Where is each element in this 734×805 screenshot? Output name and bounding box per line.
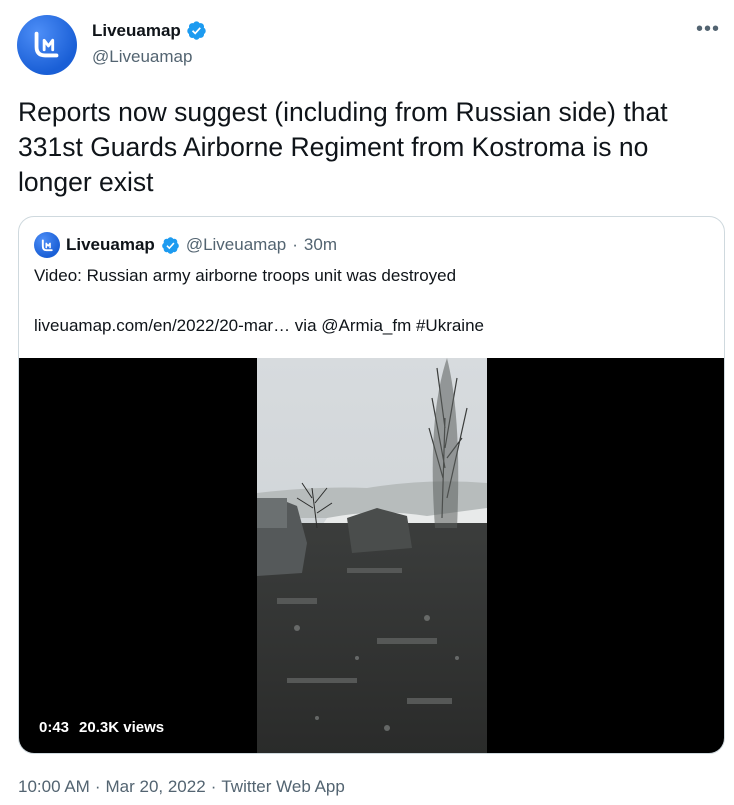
tweet-time[interactable]: 10:00 AM (18, 777, 90, 797)
quoted-timestamp[interactable]: 30m (304, 235, 337, 255)
video-duration: 0:43 (39, 719, 70, 736)
quoted-tweet-text: Video: Russian army airborne troops unit… (34, 266, 714, 336)
separator-dot: · (292, 235, 298, 254)
video-player[interactable]: 0:43 20.3K views (19, 358, 724, 753)
author-display-name[interactable]: Liveuamap (92, 21, 181, 41)
quoted-tweet-header: Liveuamap @Liveuamap · 30m (34, 232, 337, 258)
quoted-handle[interactable]: @Liveuamap (186, 235, 286, 255)
more-options-icon[interactable]: ••• (696, 18, 720, 41)
tweet-date[interactable]: Mar 20, 2022 (106, 777, 206, 797)
quoted-avatar[interactable] (34, 232, 60, 258)
video-meta: 0:43 20.3K views (39, 719, 164, 736)
tweet-footer: 10:00 AM · Mar 20, 2022 · Twitter Web Ap… (18, 777, 345, 797)
liveuamap-logo-icon (41, 238, 53, 251)
liveuamap-logo-icon (34, 31, 59, 58)
video-thumbnail (257, 358, 487, 753)
verified-badge-icon (161, 236, 179, 254)
tweet-text: Reports now suggest (including from Russ… (18, 97, 668, 197)
quoted-display-name[interactable]: Liveuamap (66, 235, 155, 255)
author-name-row: Liveuamap (92, 20, 207, 41)
quoted-text-line: Video: Russian army airborne troops unit… (34, 266, 457, 285)
video-frame (257, 358, 487, 753)
video-views: 20.3K views (79, 719, 165, 736)
separator-dot: · (210, 777, 217, 796)
verified-badge-icon (187, 21, 206, 40)
author-handle[interactable]: @Liveuamap (92, 47, 192, 67)
author-avatar[interactable] (17, 15, 77, 75)
tweet-source[interactable]: Twitter Web App (221, 777, 344, 797)
tweet: Liveuamap @Liveuamap ••• Reports now sug… (0, 0, 734, 805)
separator-dot: · (94, 777, 101, 796)
quoted-tweet[interactable]: Liveuamap @Liveuamap · 30m Video: Russia… (18, 216, 725, 754)
quoted-link-line[interactable]: liveuamap.com/en/2022/20-mar… via @Armia… (34, 316, 714, 336)
